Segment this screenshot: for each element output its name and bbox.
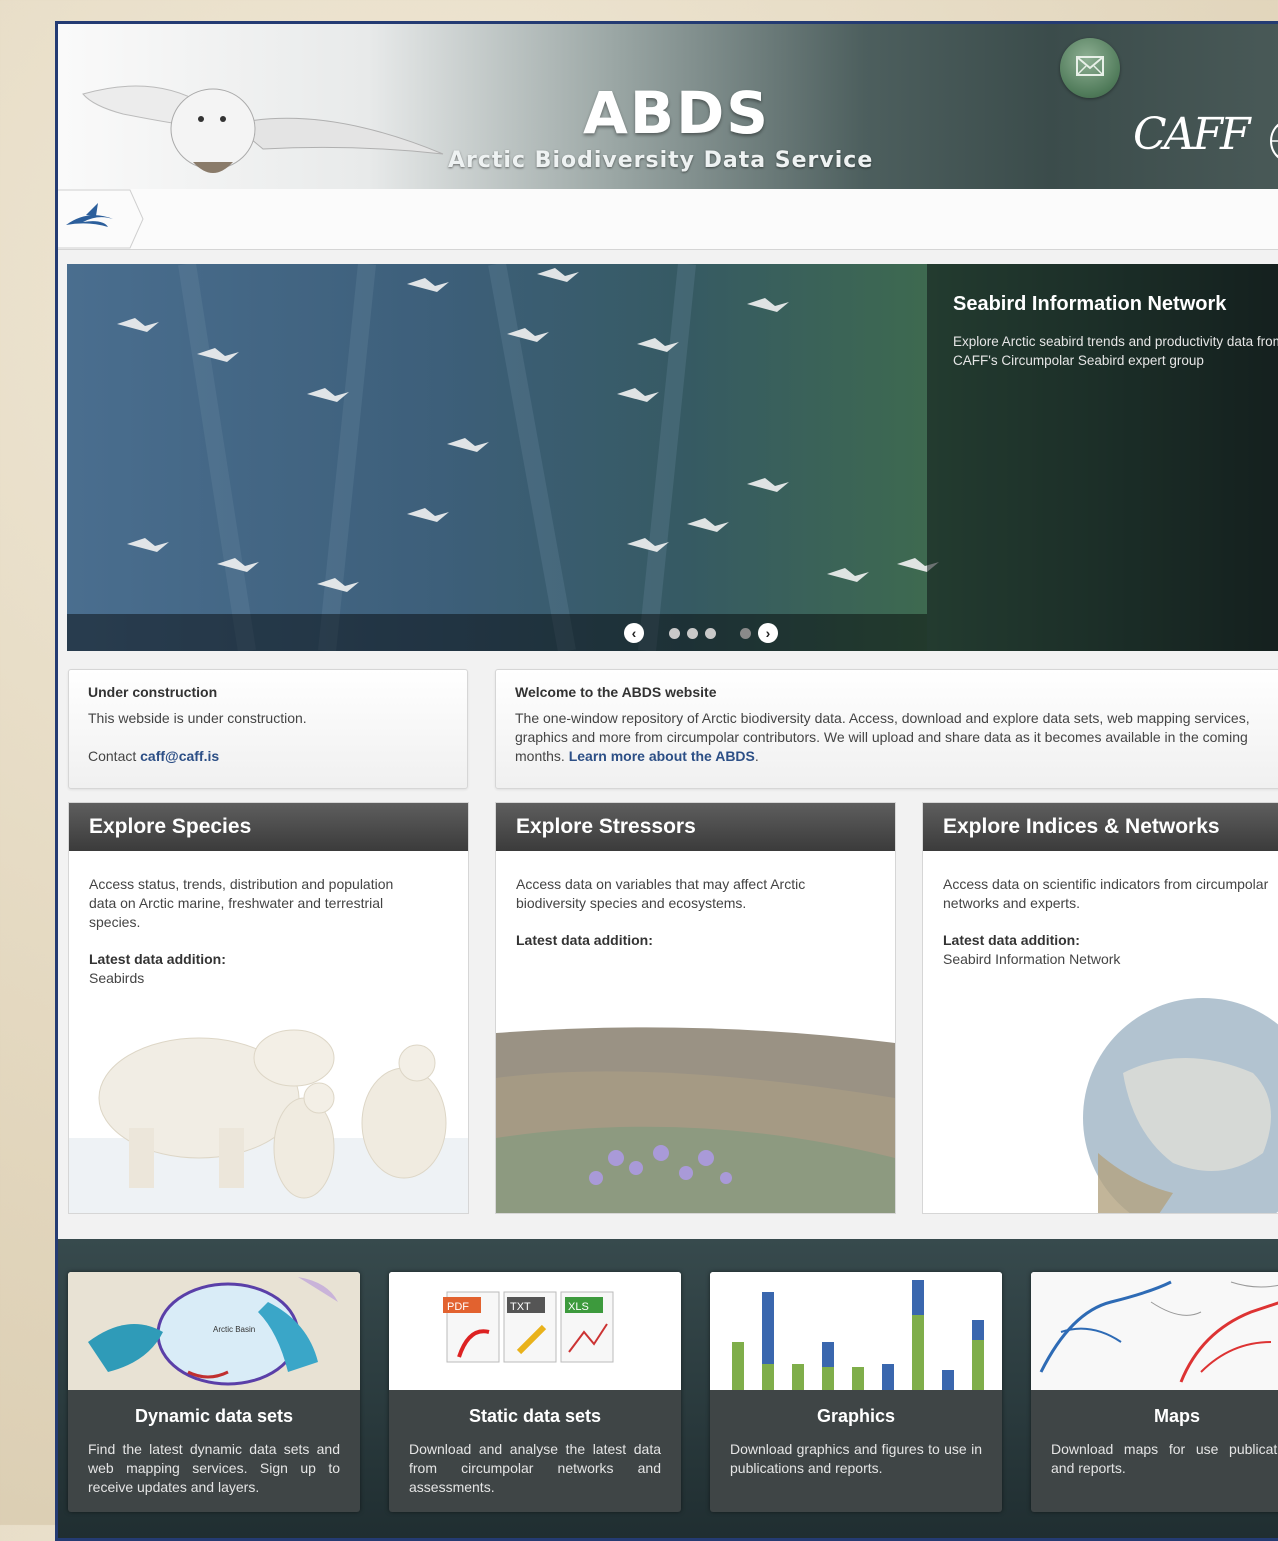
latest-label: Latest data addition: <box>89 951 226 967</box>
latest-label: Latest data addition: <box>943 932 1080 948</box>
latest-value[interactable]: Seabird Information Network <box>943 951 1120 967</box>
svg-text:XLS: XLS <box>568 1301 589 1313</box>
card-description: Access data on scientific indicators fro… <box>943 876 1269 911</box>
site-title: ABDS <box>583 79 771 147</box>
card-description: Access data on variables that may affect… <box>516 876 806 911</box>
dynamic-data-tile[interactable]: Arctic Basin Dynamic data sets Find the … <box>68 1272 360 1512</box>
tile-title[interactable]: Dynamic data sets <box>68 1406 360 1427</box>
tile-description: Find the latest dynamic data sets and we… <box>88 1441 340 1495</box>
hero-slider: Seabird Information Network Explore Arct… <box>67 264 1278 651</box>
card-title[interactable]: Explore Indices & Networks <box>923 803 1278 851</box>
slide-caption: Seabird Information Network Explore Arct… <box>927 264 1278 651</box>
welcome-box: Welcome to the ABDS website The one-wind… <box>495 669 1278 789</box>
card-title[interactable]: Explore Species <box>69 803 468 851</box>
bird-home-icon[interactable] <box>58 189 148 249</box>
latest-value[interactable]: Seabirds <box>89 970 144 986</box>
globe-logo-icon <box>1270 123 1278 159</box>
construction-text: This webside is under construction. <box>88 710 307 726</box>
explore-indices-card[interactable]: Explore Indices & Networks Access data o… <box>922 802 1278 1214</box>
slide-dot-3[interactable] <box>705 628 716 639</box>
globe-image <box>1083 998 1278 1213</box>
slider-controls <box>67 614 927 651</box>
tile-description: Download graphics and figures to use in … <box>730 1441 982 1476</box>
caff-logo[interactable]: CAFF <box>1133 109 1250 160</box>
welcome-text: The one-window repository of Arctic biod… <box>515 709 1255 766</box>
latest-label: Latest data addition: <box>516 932 653 948</box>
tile-title[interactable]: Maps <box>1031 1406 1278 1427</box>
chevron-left-icon[interactable]: ‹ <box>624 623 644 643</box>
tundra-landscape-image <box>496 1027 895 1213</box>
explore-stressors-card[interactable]: Explore Stressors Access data on variabl… <box>495 802 896 1214</box>
construction-title: Under construction <box>88 684 218 700</box>
svg-text:Arctic Basin: Arctic Basin <box>213 1325 255 1334</box>
slide-dot-2[interactable] <box>687 628 698 639</box>
bar-graphic-image <box>710 1272 1002 1390</box>
explore-species-card[interactable]: Explore Species Access status, trends, d… <box>68 802 469 1214</box>
slide-dot-1[interactable] <box>669 628 680 639</box>
slide-dot-4[interactable] <box>740 628 751 639</box>
card-description: Access status, trends, distribution and … <box>89 876 394 930</box>
welcome-period: . <box>754 748 759 764</box>
learn-more-link[interactable]: Learn more about the ABDS <box>569 748 755 764</box>
contact-email-link[interactable]: caff@caff.is <box>140 748 219 764</box>
file-types-image: PDF TXT XLS <box>389 1272 681 1390</box>
tile-description: Download maps for use publications and r… <box>1051 1441 1278 1476</box>
static-data-tile[interactable]: PDF TXT XLS Static data sets Download an… <box>389 1272 681 1512</box>
arctic-map-image: Arctic Basin <box>68 1272 360 1390</box>
breadcrumb <box>58 189 1278 250</box>
maps-tile[interactable]: Maps Download maps for use publications … <box>1031 1272 1278 1512</box>
card-title[interactable]: Explore Stressors <box>496 803 895 851</box>
welcome-title: Welcome to the ABDS website <box>515 684 717 700</box>
current-map-image <box>1031 1272 1278 1390</box>
svg-text:TXT: TXT <box>510 1301 531 1313</box>
contact-line: Contact caff@caff.is <box>88 747 219 766</box>
snowy-owl-image <box>82 85 444 173</box>
tile-description: Download and analyse the latest data fro… <box>409 1441 661 1495</box>
chevron-right-icon[interactable]: › <box>758 623 778 643</box>
site-subtitle: Arctic Biodiversity Data Service <box>448 148 874 173</box>
envelope-icon[interactable] <box>1060 38 1120 98</box>
tile-title[interactable]: Graphics <box>710 1406 1002 1427</box>
slide-description: Explore Arctic seabird trends and produc… <box>953 334 1278 368</box>
slide-title[interactable]: Seabird Information Network <box>953 293 1226 316</box>
browser-page: ABDS Arctic Biodiversity Data Service CA… <box>55 21 1278 1541</box>
site-header: ABDS Arctic Biodiversity Data Service CA… <box>58 24 1278 189</box>
contact-label: Contact <box>88 748 141 764</box>
polar-bears-image <box>69 1029 468 1213</box>
under-construction-box: Under construction This webside is under… <box>68 669 468 789</box>
graphics-tile[interactable]: Graphics Download graphics and figures t… <box>710 1272 1002 1512</box>
svg-text:PDF: PDF <box>447 1301 469 1313</box>
tile-title[interactable]: Static data sets <box>389 1406 681 1427</box>
